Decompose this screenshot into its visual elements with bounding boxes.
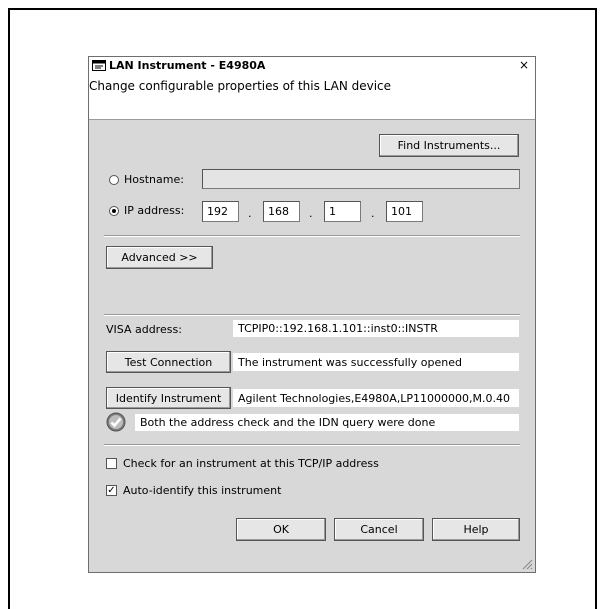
ip-separator: . [248, 207, 252, 220]
hostname-input[interactable] [202, 169, 520, 189]
ip-separator: . [371, 207, 375, 220]
test-connection-button[interactable]: Test Connection [106, 351, 231, 373]
separator [104, 444, 520, 446]
close-icon[interactable]: × [517, 59, 531, 72]
dialog-subtitle: Change configurable properties of this L… [89, 79, 392, 93]
ip-address-label: IP address: [124, 204, 185, 217]
ip-octet-2-input[interactable]: 168 [263, 201, 300, 222]
test-connection-result: The instrument was successfully opened [233, 353, 519, 371]
lan-instrument-dialog: LAN Instrument - E4980A × Change configu… [88, 56, 536, 573]
title-bar[interactable]: LAN Instrument - E4980A × [89, 57, 535, 75]
help-button[interactable]: Help [432, 518, 520, 541]
dialog-title: LAN Instrument - E4980A [109, 59, 266, 72]
advanced-button[interactable]: Advanced >> [106, 246, 213, 269]
ip-address-radio[interactable] [109, 206, 119, 216]
ip-separator: . [309, 207, 313, 220]
auto-identify-checkbox[interactable]: ✓ [106, 485, 117, 496]
visa-address-value: TCPIP0::192.168.1.101::inst0::INSTR [233, 320, 519, 337]
separator [104, 314, 520, 316]
auto-identify-label: Auto-identify this instrument [123, 484, 282, 497]
success-check-icon [106, 412, 126, 432]
hostname-radio[interactable] [109, 175, 119, 185]
ip-octet-4-input[interactable]: 101 [386, 201, 423, 222]
status-message: Both the address check and the IDN query… [135, 414, 519, 431]
find-instruments-button[interactable]: Find Instruments... [379, 134, 519, 157]
separator [104, 235, 520, 237]
window-icon [92, 60, 106, 71]
check-address-label: Check for an instrument at this TCP/IP a… [123, 457, 379, 470]
ip-octet-1-input[interactable]: 192 [202, 201, 239, 222]
check-address-checkbox[interactable] [106, 458, 117, 469]
hostname-label: Hostname: [124, 173, 184, 186]
visa-address-label: VISA address: [106, 323, 182, 336]
dialog-header: LAN Instrument - E4980A × Change configu… [89, 57, 535, 120]
identify-instrument-button[interactable]: Identify Instrument [106, 387, 231, 409]
ok-button[interactable]: OK [236, 518, 326, 541]
resize-grip-icon[interactable] [521, 558, 533, 570]
ip-octet-3-input[interactable]: 1 [324, 201, 361, 222]
identify-instrument-result: Agilent Technologies,E4980A,LP11000000,M… [233, 389, 519, 407]
cancel-button[interactable]: Cancel [334, 518, 424, 541]
